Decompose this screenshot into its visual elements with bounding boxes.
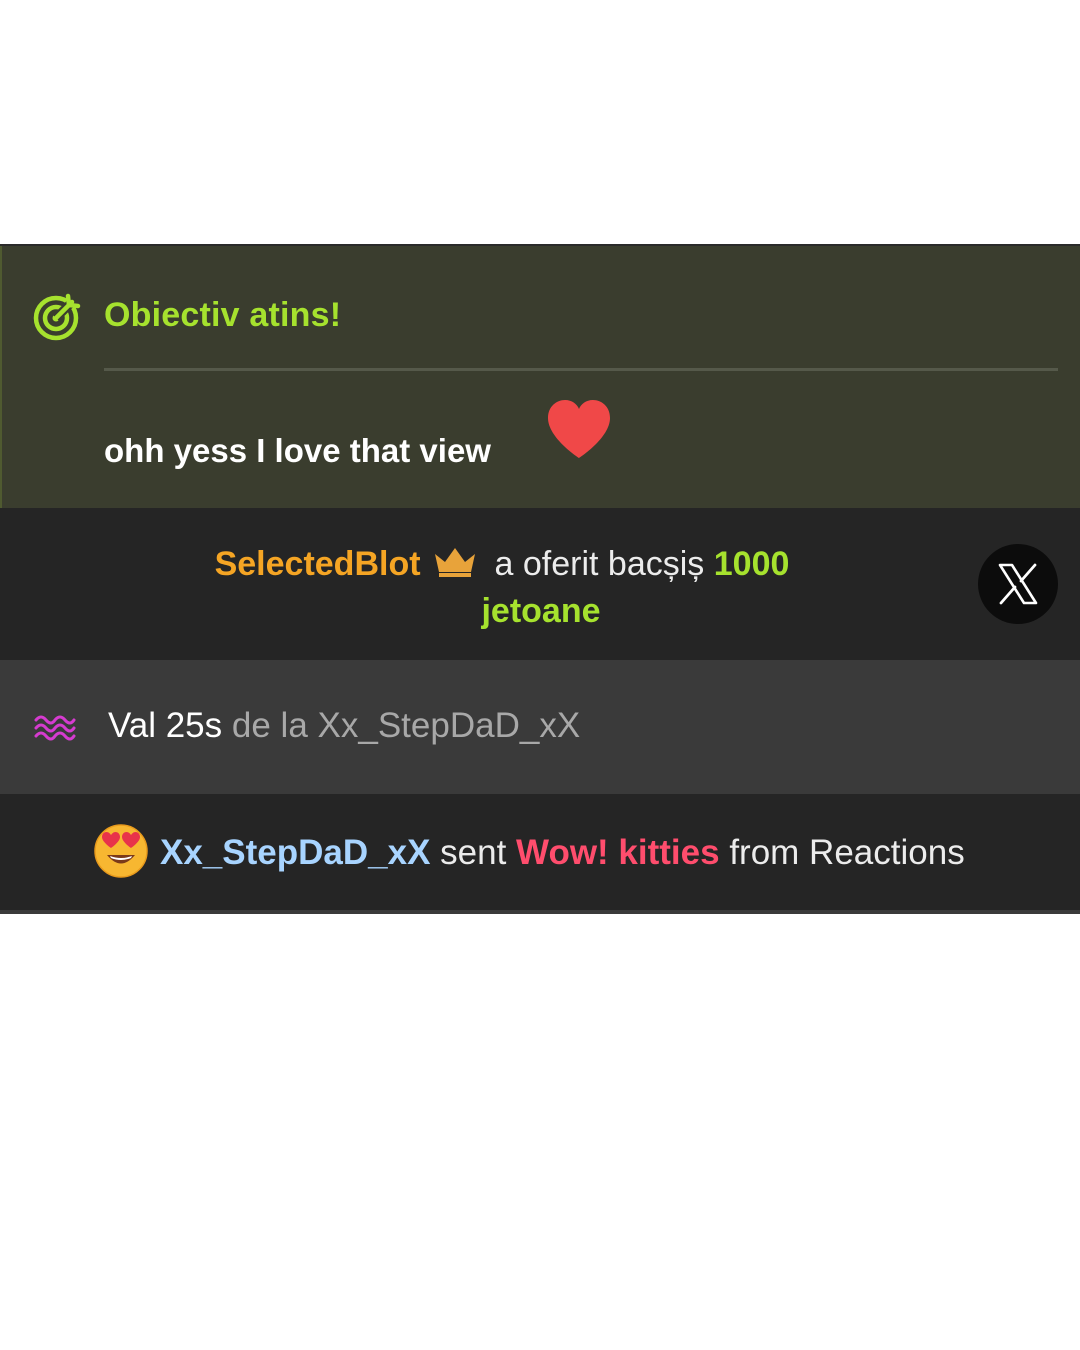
divider — [104, 368, 1058, 371]
wave-icon — [34, 715, 76, 741]
reaction-gift: Wow! kitties — [516, 833, 720, 872]
wave-label: Val 25s — [108, 706, 223, 745]
tip-username[interactable]: SelectedBlot — [215, 545, 421, 583]
reaction-message: Xx_StepDaD_xX sent Wow! kitties from Rea… — [0, 794, 1080, 910]
divider — [0, 910, 1080, 914]
reaction-sent: sent — [440, 833, 507, 872]
goal-title: Obiectiv atins! — [104, 296, 342, 334]
wave-message: Val 25s de la Xx_StepDaD_xX — [0, 660, 1080, 794]
wave-username[interactable]: Xx_StepDaD_xX — [318, 706, 581, 745]
heart-icon — [548, 400, 610, 458]
x-button[interactable] — [978, 544, 1058, 624]
tip-unit: jetoane — [481, 592, 601, 630]
wave-from: de la — [231, 706, 308, 745]
target-icon — [33, 293, 81, 341]
reaction-source: from Reactions — [729, 833, 965, 872]
crown-icon — [434, 548, 475, 577]
goal-message: ohh yess I love that view — [104, 432, 491, 469]
tip-text: a oferit bacșiș — [494, 545, 705, 583]
heart-eyes-emoji-icon — [94, 824, 148, 878]
goal-reached-message: Obiectiv atins! ohh yess I love that vie… — [0, 246, 1080, 508]
tip-amount: 1000 — [713, 545, 790, 583]
reaction-username[interactable]: Xx_StepDaD_xX — [160, 833, 430, 872]
x-icon — [998, 563, 1038, 605]
chat-feed: Obiectiv atins! ohh yess I love that vie… — [0, 244, 1080, 914]
tip-message: SelectedBlot a oferit bacșiș 1000 jetoan… — [0, 508, 1080, 660]
